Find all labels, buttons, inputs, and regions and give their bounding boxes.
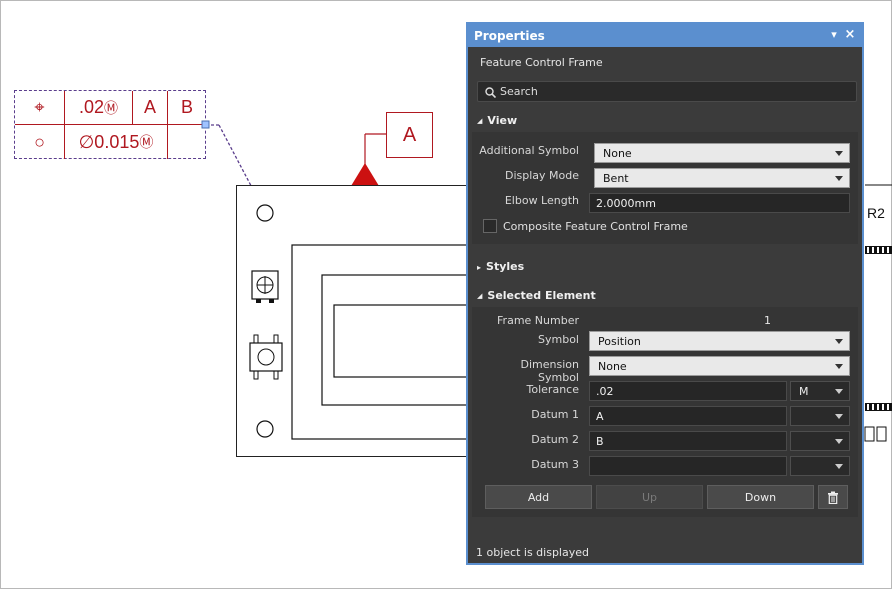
chevron-down-icon — [835, 151, 843, 156]
display-mode-label: Display Mode — [504, 169, 579, 182]
dimension-symbol-label: Dimension Symbol — [520, 358, 579, 384]
datum3-input[interactable] — [589, 456, 787, 476]
panel-close-icon[interactable]: × — [844, 27, 856, 42]
up-button[interactable]: Up — [596, 485, 703, 509]
search-input[interactable]: Search — [477, 81, 857, 102]
chevron-down-icon — [835, 364, 843, 369]
datum1-input[interactable]: A — [589, 406, 787, 426]
panel-collapse-icon[interactable]: ▾ — [828, 28, 840, 41]
frame-number-value: 1 — [764, 314, 771, 327]
display-mode-dropdown[interactable]: Bent — [594, 168, 850, 188]
datum2-input[interactable]: B — [589, 431, 787, 451]
trash-icon — [828, 491, 838, 504]
datum1-label: Datum 1 — [531, 408, 579, 421]
tolerance-modifier-dropdown[interactable]: M — [790, 381, 850, 401]
composite-checkbox[interactable] — [483, 219, 497, 233]
section-selected-element-header[interactable]: ◢ Selected Element — [477, 289, 596, 302]
panel-titlebar[interactable]: Properties ▾ × — [468, 24, 862, 47]
tolerance-input[interactable]: .02 — [589, 381, 787, 401]
expanded-triangle-icon: ◢ — [477, 292, 483, 300]
chevron-down-icon — [835, 176, 843, 181]
panel-subtitle: Feature Control Frame — [480, 56, 603, 69]
down-button[interactable]: Down — [707, 485, 814, 509]
datum2-label: Datum 2 — [531, 433, 579, 446]
panel-title: Properties — [474, 28, 545, 43]
datum-triangle-icon — [351, 133, 386, 186]
frame-number-label: Frame Number — [497, 314, 579, 327]
section-styles-header[interactable]: ▸ Styles — [477, 260, 524, 273]
delete-button[interactable] — [818, 485, 848, 509]
additional-symbol-label: Additional Symbol — [479, 144, 579, 157]
status-text: 1 object is displayed — [476, 545, 589, 559]
symbol-label: Symbol — [538, 333, 579, 346]
chevron-down-icon — [835, 389, 843, 394]
chevron-down-icon — [835, 464, 843, 469]
symbol-dropdown[interactable]: Position — [589, 331, 850, 351]
dimension-symbol-dropdown[interactable]: None — [589, 356, 850, 376]
elbow-length-label: Elbow Length — [504, 194, 579, 207]
datum2-modifier-dropdown[interactable] — [790, 431, 850, 451]
datum1-modifier-dropdown[interactable] — [790, 406, 850, 426]
background-label-r2: R2 — [867, 205, 885, 221]
status-bar: 1 object is displayed — [468, 541, 862, 563]
composite-label: Composite Feature Control Frame — [503, 220, 688, 233]
add-button[interactable]: Add — [485, 485, 592, 509]
additional-symbol-dropdown[interactable]: None — [594, 143, 850, 163]
datum3-label: Datum 3 — [531, 458, 579, 471]
collapsed-triangle-icon: ▸ — [477, 262, 482, 272]
chevron-down-icon — [835, 414, 843, 419]
properties-panel[interactable]: Properties ▾ × Feature Control Frame Sea… — [466, 22, 864, 565]
chevron-down-icon — [835, 439, 843, 444]
search-placeholder: Search — [500, 85, 538, 98]
chevron-down-icon — [835, 339, 843, 344]
tolerance-label: Tolerance — [526, 383, 579, 396]
section-view-header[interactable]: ◢ View — [477, 114, 517, 127]
board-features — [249, 204, 476, 440]
datum3-modifier-dropdown[interactable] — [790, 456, 850, 476]
search-icon — [485, 87, 496, 98]
background-components — [864, 184, 892, 442]
elbow-length-input[interactable]: 2.0000mm — [589, 193, 850, 213]
expanded-triangle-icon: ◢ — [477, 117, 483, 125]
